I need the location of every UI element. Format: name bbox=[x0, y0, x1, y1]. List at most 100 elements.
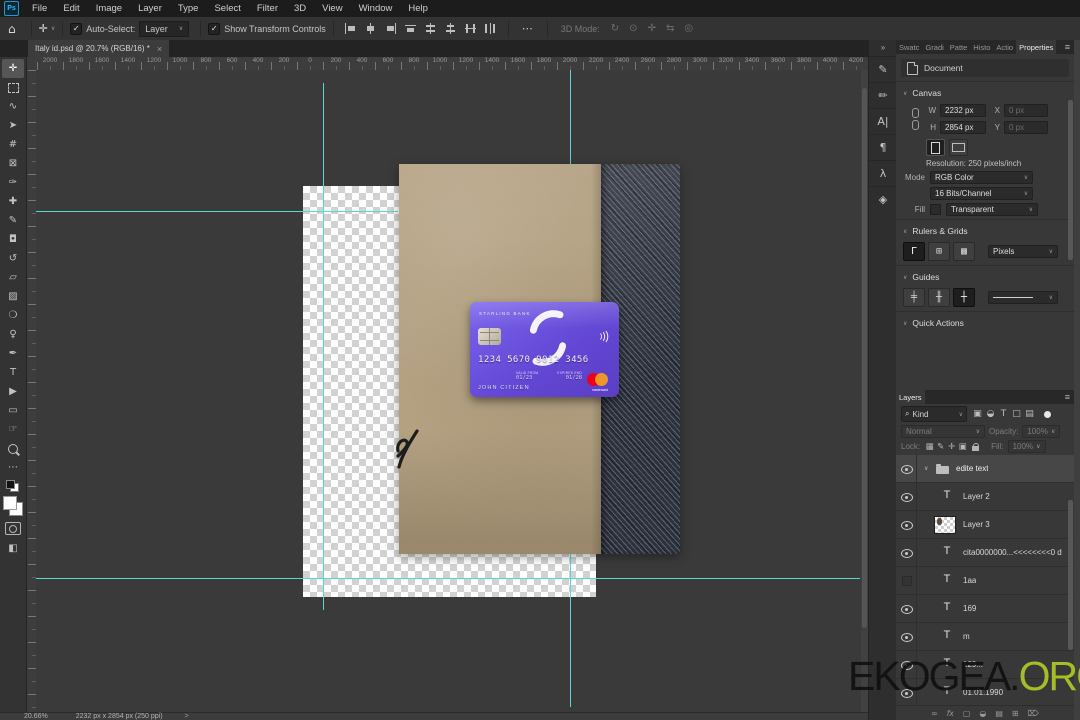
link-dimensions-icon[interactable] bbox=[912, 108, 919, 130]
collapse-panels-icon[interactable]: » bbox=[881, 43, 885, 52]
landscape-orientation-button[interactable] bbox=[949, 139, 968, 156]
menu-item[interactable]: Type bbox=[170, 3, 207, 14]
default-colors-icon[interactable] bbox=[6, 480, 20, 492]
tab-properties[interactable]: Properties bbox=[1016, 40, 1057, 54]
canvas-height-field[interactable]: 2854 px bbox=[940, 121, 986, 134]
show-guides-icon[interactable]: ╪ bbox=[903, 288, 925, 307]
home-icon[interactable]: ⌂ bbox=[8, 22, 16, 36]
move-tool[interactable]: ✛ bbox=[2, 59, 24, 78]
ruler-icon[interactable]: Γ bbox=[903, 242, 925, 261]
shape-tool[interactable]: ▭ bbox=[2, 401, 24, 420]
close-icon[interactable]: × bbox=[157, 44, 162, 54]
lock-artboard-icon[interactable]: ▣ bbox=[957, 442, 968, 452]
visibility-eye-icon[interactable] bbox=[901, 633, 913, 642]
menu-item[interactable]: Filter bbox=[249, 3, 286, 14]
visibility-eye-icon[interactable] bbox=[901, 549, 913, 558]
layer-row-edite-text[interactable]: ∨ T edite text bbox=[896, 455, 1074, 483]
align-left-edges-icon[interactable] bbox=[344, 23, 357, 34]
filter-adjustment-layers-icon[interactable]: ◒ bbox=[984, 407, 997, 421]
opacity-field[interactable]: 100% ∨ bbox=[1022, 425, 1061, 438]
layer-row-169[interactable]: ∨ T 169 bbox=[896, 595, 1074, 623]
brush-tool[interactable]: ✎ bbox=[2, 211, 24, 230]
lock-position-icon[interactable]: ✛ bbox=[946, 442, 957, 452]
auto-select-checkbox[interactable]: ✓ bbox=[70, 22, 83, 35]
3d-camera-icon[interactable]: ◎ bbox=[684, 23, 693, 34]
fill-field[interactable]: 100% ∨ bbox=[1007, 440, 1046, 453]
zoom-level[interactable]: 20.66% bbox=[24, 713, 48, 720]
align-top-edges-icon[interactable] bbox=[404, 23, 417, 34]
glyphs-panel-icon[interactable]: λ bbox=[869, 160, 897, 186]
guide-horizontal-1[interactable] bbox=[36, 211, 398, 212]
quick-actions-section-header[interactable]: ∨ Quick Actions bbox=[896, 314, 1074, 331]
zoom-tool[interactable] bbox=[2, 439, 24, 458]
color-mode-dropdown[interactable]: RGB Color ∨ bbox=[930, 171, 1033, 184]
panel-tab[interactable]: Histo bbox=[970, 40, 993, 54]
canvas-section-header[interactable]: ∨ Canvas bbox=[896, 84, 1074, 101]
menu-item[interactable]: 3D bbox=[286, 3, 314, 14]
align-right-edges-icon[interactable] bbox=[384, 23, 397, 34]
brush-settings-icon[interactable]: ✎ bbox=[869, 56, 897, 82]
distribute-horizontal-centers-icon[interactable] bbox=[444, 23, 457, 34]
photoshop-logo-icon[interactable]: Ps bbox=[4, 1, 19, 16]
layer-mask-icon[interactable]: ▢ bbox=[963, 709, 971, 718]
guides-section-header[interactable]: ∨ Guides bbox=[896, 268, 1074, 285]
screen-mode-icon[interactable]: ◧ bbox=[2, 539, 24, 558]
visibility-eye-icon[interactable] bbox=[901, 521, 913, 530]
status-chevron-icon[interactable]: > bbox=[185, 713, 189, 720]
menu-item[interactable]: Image bbox=[88, 3, 130, 14]
more-options-icon[interactable]: ⋯ bbox=[522, 22, 534, 35]
panel-tab[interactable]: Swatc bbox=[896, 40, 922, 54]
filter-type-layers-icon[interactable]: T bbox=[997, 407, 1010, 421]
distribute-left-edges-icon[interactable] bbox=[464, 23, 477, 34]
blur-tool[interactable]: ❍ bbox=[2, 306, 24, 325]
pen-tool[interactable]: ✒ bbox=[2, 344, 24, 363]
pixel-grid-icon[interactable]: ▩ bbox=[953, 242, 975, 261]
properties-scrollbar[interactable] bbox=[1068, 100, 1073, 260]
menu-item[interactable]: Window bbox=[351, 3, 401, 14]
3d-slide-icon[interactable]: ⇆ bbox=[666, 23, 674, 34]
fill-checkbox[interactable] bbox=[930, 204, 941, 215]
guide-style-dropdown[interactable]: ∨ bbox=[988, 291, 1058, 304]
layer-row-layer-2[interactable]: ∨ T Layer 2 bbox=[896, 483, 1074, 511]
menu-item[interactable]: Help bbox=[400, 3, 436, 14]
menu-item[interactable]: File bbox=[24, 3, 55, 14]
canvas-area[interactable]: STARLING BANK 1234 5670 9012 3456 VALID … bbox=[36, 70, 868, 712]
panel-tab[interactable]: Patte bbox=[947, 40, 971, 54]
link-layers-icon[interactable]: ∞ bbox=[931, 709, 938, 718]
menu-item[interactable]: View bbox=[314, 3, 350, 14]
show-transform-checkbox[interactable]: ✓ bbox=[208, 22, 221, 35]
history-brush-tool[interactable]: ↺ bbox=[2, 249, 24, 268]
fill-dropdown[interactable]: Transparent ∨ bbox=[946, 203, 1038, 216]
rulers-grids-section-header[interactable]: ∨ Rulers & Grids bbox=[896, 222, 1074, 239]
ruler-units-dropdown[interactable]: Pixels ∨ bbox=[988, 245, 1058, 258]
healing-brush-tool[interactable]: ✚ bbox=[2, 192, 24, 211]
menu-item[interactable]: Edit bbox=[55, 3, 87, 14]
new-layer-icon[interactable]: ⊞ bbox=[1012, 709, 1019, 718]
dodge-tool[interactable]: ♀ bbox=[2, 325, 24, 344]
gradient-tool[interactable]: ▨ bbox=[2, 287, 24, 306]
libraries-panel-icon[interactable]: ◈ bbox=[869, 186, 897, 212]
layer-effects-icon[interactable]: fx bbox=[947, 709, 954, 718]
layer-row-01-01-1990[interactable]: ∨ T 01.01.1990 bbox=[896, 679, 1074, 706]
type-tool[interactable]: T bbox=[2, 363, 24, 382]
panel-tab[interactable]: Gradi bbox=[922, 40, 946, 54]
horizontal-ruler[interactable]: 2000 1800 1600 1400 1200 1000 800 600 400 200 0 200… bbox=[36, 57, 868, 71]
tab-layers[interactable]: Layers bbox=[896, 390, 925, 404]
foreground-background-colors[interactable] bbox=[3, 496, 23, 516]
new-group-icon[interactable]: ▤ bbox=[995, 709, 1003, 718]
layer-row-1aa[interactable]: ∨ T 1aa bbox=[896, 567, 1074, 595]
canvas-width-field[interactable]: 2232 px bbox=[940, 104, 986, 117]
layer-row-cita0000000-0-d[interactable]: ∨ T cita0000000...<<<<<<<<0 d bbox=[896, 539, 1074, 567]
3d-roll-icon[interactable]: ⊙ bbox=[629, 23, 637, 34]
guide-vertical-1[interactable] bbox=[323, 83, 324, 610]
edit-guides-icon[interactable]: ┼ bbox=[953, 288, 975, 307]
clone-stamp-tool[interactable]: ◘ bbox=[2, 230, 24, 249]
move-tool-icon[interactable]: ✛ bbox=[39, 22, 48, 35]
path-selection-tool[interactable]: ▶ bbox=[2, 382, 24, 401]
menu-item[interactable]: Select bbox=[206, 3, 248, 14]
adjustment-layer-icon[interactable]: ◒ bbox=[979, 709, 986, 718]
bit-depth-dropdown[interactable]: 16 Bits/Channel ∨ bbox=[930, 187, 1033, 200]
portrait-orientation-button[interactable] bbox=[926, 139, 945, 156]
layer-row-129-[interactable]: ∨ T 129... bbox=[896, 651, 1074, 679]
marquee-tool[interactable] bbox=[2, 78, 24, 97]
